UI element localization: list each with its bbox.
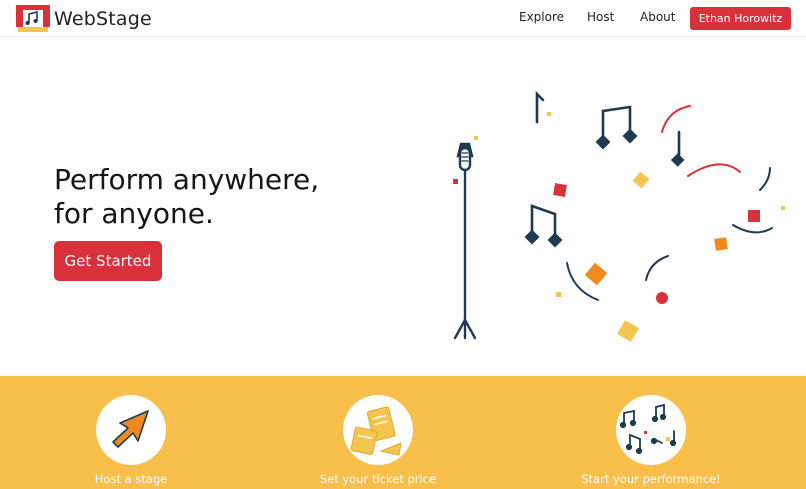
tickets-icon [343, 395, 413, 465]
microphone-music-illustration [453, 90, 785, 342]
nav-about-link[interactable]: About [640, 10, 675, 24]
nav-host-link[interactable]: Host [587, 10, 614, 24]
hero-title-line-1: Perform anywhere, [54, 163, 320, 196]
top-navbar: WebStage Explore Host About Ethan Horowi… [0, 0, 806, 37]
feature-ticket-price: Set your ticket price [268, 395, 488, 486]
cursor-arrow-icon [96, 395, 166, 465]
features-band: Host a stage Set your ticket price Start… [0, 376, 806, 489]
microphone-icon [453, 142, 477, 340]
brand-name: WebStage [54, 7, 152, 30]
music-notes-icon [616, 395, 686, 465]
feature-label: Start your performance! [581, 472, 721, 486]
user-account-button[interactable]: Ethan Horowitz [690, 7, 791, 30]
feature-label: Host a stage [94, 472, 168, 486]
get-started-button[interactable]: Get Started [54, 241, 162, 281]
feature-start-performance: Start your performance! [541, 395, 761, 486]
brand-logo[interactable]: WebStage [16, 5, 152, 32]
nav-explore-link[interactable]: Explore [519, 10, 564, 24]
feature-label: Set your ticket price [319, 472, 437, 486]
music-stage-logo-icon [16, 5, 50, 32]
hero-title-line-2: for anyone. [54, 197, 214, 230]
music-notes-icon [524, 90, 685, 248]
feature-host-stage: Host a stage [21, 395, 241, 486]
hero-title: Perform anywhere, for anyone. [54, 163, 319, 231]
